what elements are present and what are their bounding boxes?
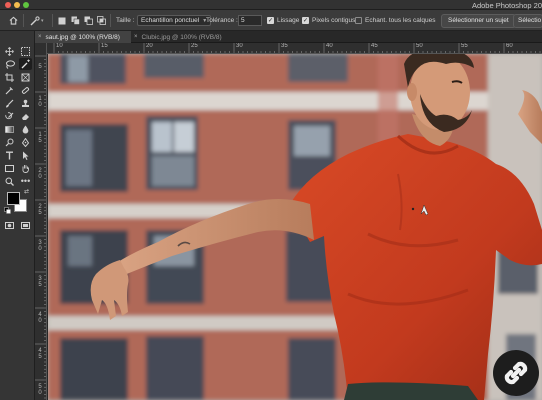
ruler-label: 60 (506, 43, 513, 49)
select-subject-button[interactable]: Sélectionner un sujet (441, 13, 516, 28)
add-to-selection-icon[interactable] (70, 16, 80, 26)
contiguous-label: Pixels contigus (312, 17, 356, 24)
ruler-label: 35 (281, 43, 288, 49)
tab-label: Clubic.jpg @ 100% (RVB/8) (141, 33, 222, 41)
hand-icon[interactable] (19, 162, 32, 174)
ruler-label: 10 (56, 43, 63, 49)
magic-wand-icon[interactable] (19, 58, 32, 70)
marquee-icon[interactable] (19, 45, 32, 57)
ruler-label: 20 (146, 43, 153, 49)
ruler-label: 25 (191, 43, 198, 49)
options-bar: ▾ Taille : Echantillon ponctuel ▼ Toléra… (0, 10, 542, 31)
tools-panel: ••• ⇄ (0, 31, 35, 400)
sample-all-layers-label: Echant. tous les calques (365, 17, 436, 24)
ruler-label: 15 (101, 43, 108, 49)
sample-all-layers-checkbox[interactable] (355, 17, 362, 24)
ruler-label: 25 (38, 204, 42, 216)
ruler-label: 50 (416, 43, 423, 49)
gradient-icon[interactable] (3, 123, 16, 135)
close-tab-icon[interactable]: × (38, 34, 42, 40)
tolerance-input[interactable]: 5 (238, 15, 262, 26)
title-bar: Adobe Photoshop 20 (0, 0, 542, 10)
ruler-label: 20 (38, 168, 42, 180)
vertical-ruler[interactable]: 5 10 15 20 25 30 35 40 45 50 (35, 43, 47, 400)
minimize-window-button[interactable] (14, 2, 20, 8)
intersect-selection-icon[interactable] (96, 16, 106, 26)
crop-icon[interactable] (3, 71, 16, 83)
type-icon[interactable] (3, 149, 16, 161)
antialias-checkbox[interactable]: ✓ (267, 17, 274, 24)
photo-jumping-man (48, 54, 542, 400)
move-icon[interactable] (3, 45, 16, 57)
ruler-label: 45 (38, 348, 42, 360)
zoom-icon[interactable] (3, 175, 16, 187)
document-tabs: × saut.jpg @ 100% (RVB/8) × Clubic.jpg @… (35, 31, 542, 43)
document-canvas[interactable] (48, 54, 542, 400)
ruler-label: 15 (38, 132, 42, 144)
home-icon[interactable] (8, 16, 18, 26)
horizontal-ruler[interactable]: 10 15 20 25 30 35 40 45 50 55 60 (47, 43, 542, 54)
ruler-label: 30 (236, 43, 243, 49)
tool-preset-chevron-icon[interactable]: ▾ (41, 18, 44, 24)
sample-size-dropdown[interactable]: Echantillon ponctuel ▼ (137, 15, 212, 26)
frame-icon[interactable] (19, 71, 32, 83)
ruler-label: 5 (38, 64, 42, 70)
brush-icon[interactable] (3, 97, 16, 109)
history-brush-icon[interactable] (3, 110, 16, 122)
contiguous-checkbox[interactable]: ✓ (302, 17, 309, 24)
eyedropper-icon[interactable] (3, 84, 16, 96)
ruler-label: 45 (371, 43, 378, 49)
quick-mask-icon[interactable] (3, 219, 16, 231)
subtract-from-selection-icon[interactable] (83, 16, 93, 26)
tolerance-label: Tolérance : (206, 17, 238, 24)
default-colors-icon[interactable] (3, 206, 12, 215)
maximize-window-button[interactable] (23, 2, 29, 8)
close-window-button[interactable] (5, 2, 11, 8)
tab-label: saut.jpg @ 100% (RVB/8) (45, 33, 120, 41)
more-tools-icon[interactable]: ••• (19, 175, 32, 187)
path-select-icon[interactable] (19, 149, 32, 161)
select-mask-button[interactable]: Sélectio (513, 13, 542, 28)
blur-icon[interactable] (19, 123, 32, 135)
ruler-label: 10 (38, 96, 42, 108)
pen-icon[interactable] (19, 136, 32, 148)
swap-colors-icon[interactable]: ⇄ (22, 187, 31, 196)
ruler-label: 35 (38, 276, 42, 288)
tab-saut[interactable]: × saut.jpg @ 100% (RVB/8) (35, 31, 131, 43)
close-tab-icon[interactable]: × (134, 34, 138, 40)
app-title: Adobe Photoshop 20 (471, 1, 542, 10)
tab-clubic[interactable]: × Clubic.jpg @ 100% (RVB/8) (131, 31, 235, 43)
new-selection-icon[interactable] (57, 16, 67, 26)
size-label: Taille : (116, 17, 135, 24)
ruler-label: 50 (38, 384, 42, 396)
ruler-label: 40 (38, 312, 42, 324)
dodge-icon[interactable] (3, 136, 16, 148)
spot-healing-icon[interactable] (19, 84, 32, 96)
spot-healing-brush-icon[interactable] (30, 15, 40, 26)
lasso-icon[interactable] (3, 58, 16, 70)
stamp-icon[interactable] (19, 97, 32, 109)
eraser-icon[interactable] (19, 110, 32, 122)
rectangle-icon[interactable] (3, 162, 16, 174)
chain-link-icon (493, 350, 539, 396)
foreground-color-swatch[interactable] (7, 192, 20, 205)
sample-size-value: Echantillon ponctuel (141, 17, 200, 24)
ruler-label: 55 (461, 43, 468, 49)
ruler-label: 40 (326, 43, 333, 49)
screen-mode-icon[interactable] (19, 219, 32, 231)
ruler-label: 30 (38, 240, 42, 252)
antialias-label: Lissage (277, 17, 300, 24)
